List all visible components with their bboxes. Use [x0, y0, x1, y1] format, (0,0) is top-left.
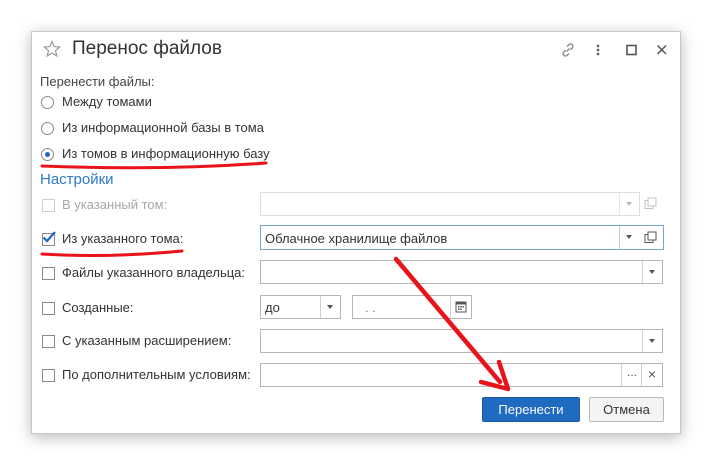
owner-files-checkbox[interactable]	[42, 267, 55, 280]
extra-conditions-checkbox[interactable]	[42, 369, 55, 382]
owner-files-field[interactable]	[260, 260, 663, 284]
radio-label-between-volumes[interactable]: Между томами	[62, 94, 152, 109]
extension-label: С указанным расширением:	[62, 333, 232, 348]
created-mode-select[interactable]: до	[260, 295, 341, 319]
link-icon[interactable]	[560, 42, 576, 58]
move-files-dialog: Перенос файлов Перенести файлы: Между то…	[31, 31, 681, 434]
to-volume-label: В указанный том:	[62, 197, 168, 212]
calendar-button[interactable]	[450, 296, 471, 318]
cancel-button[interactable]: Отмена	[589, 397, 664, 422]
to-volume-dropdown-icon[interactable]	[619, 193, 639, 215]
created-checkbox[interactable]	[42, 302, 55, 315]
to-volume-open-icon[interactable]	[644, 197, 657, 210]
owner-files-dropdown-icon[interactable]	[642, 261, 662, 283]
move-files-label: Перенести файлы:	[40, 74, 155, 89]
from-volume-dropdown-icon[interactable]	[619, 226, 639, 249]
maximize-icon[interactable]	[625, 42, 639, 58]
dialog-title: Перенос файлов	[72, 38, 222, 59]
created-date-field[interactable]: . .	[352, 295, 472, 319]
clear-button[interactable]: ×	[641, 364, 662, 386]
created-label: Созданные:	[62, 300, 134, 315]
radio-label-infobase-to-volumes[interactable]: Из информационной базы в тома	[62, 120, 264, 135]
extension-field[interactable]	[260, 329, 663, 353]
more-options-icon[interactable]	[594, 42, 602, 58]
from-volume-field[interactable]: Облачное хранилище файлов	[260, 225, 640, 250]
close-icon[interactable]	[655, 42, 669, 58]
to-volume-checkbox[interactable]	[42, 199, 55, 212]
owner-files-label: Файлы указанного владельца:	[62, 265, 246, 280]
settings-title: Настройки	[40, 171, 114, 188]
from-volume-value: Облачное хранилище файлов	[265, 231, 448, 246]
radio-infobase-to-volumes[interactable]	[41, 122, 54, 135]
radio-between-volumes[interactable]	[41, 96, 54, 109]
extra-conditions-label: По дополнительным условиям:	[62, 367, 251, 382]
radio-label-volumes-to-infobase[interactable]: Из томов в информационную базу	[62, 146, 270, 161]
from-volume-open-button[interactable]	[639, 225, 664, 250]
extra-conditions-field[interactable]: ... ×	[260, 363, 663, 387]
from-volume-label: Из указанного тома:	[62, 231, 184, 246]
move-button[interactable]: Перенести	[482, 397, 580, 422]
created-mode-dropdown-icon[interactable]	[320, 296, 340, 318]
radio-volumes-to-infobase[interactable]	[41, 148, 54, 161]
select-button[interactable]: ...	[621, 364, 642, 386]
open-icon	[644, 231, 657, 243]
extension-dropdown-icon[interactable]	[642, 330, 662, 352]
created-date-placeholder: . .	[365, 300, 376, 315]
to-volume-field[interactable]	[260, 192, 640, 216]
extension-checkbox[interactable]	[42, 335, 55, 348]
checkmark-icon	[42, 231, 56, 243]
calendar-icon	[455, 301, 467, 313]
created-mode-value: до	[265, 300, 280, 315]
favorite-star-icon[interactable]	[43, 40, 61, 58]
